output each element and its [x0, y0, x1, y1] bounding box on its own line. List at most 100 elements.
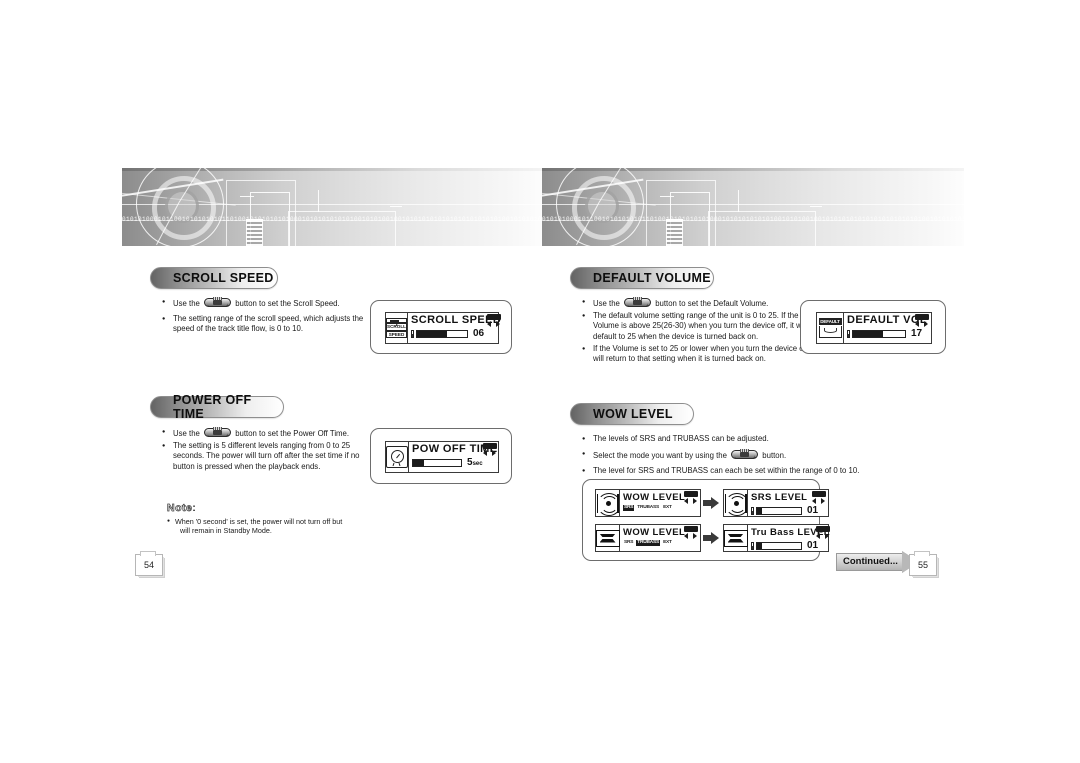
lcd-level-row: 17 [847, 328, 929, 339]
bullet-item: Use the –+ button to set the Scroll Spee… [162, 297, 378, 309]
lcd-main-cell: WOW LEVEL SRS TRUBASS EXT [620, 490, 700, 516]
lcd-frame-default-volume: DEFAULT DEFAULT VOL 17 [800, 300, 946, 354]
alarm-clock-icon [386, 446, 408, 468]
scroll-speed-icon: SCROLL SPEED [386, 318, 407, 338]
bullet-text-post: button. [762, 451, 787, 461]
lcd-frame-wow-level-flow: WOW LEVEL SRS TRUBASS EXT SRS LEVEL 01 W… [582, 479, 830, 561]
lcd-main-cell: WOW LEVEL SRS TRUBASS EXT [620, 525, 700, 551]
lcd-level-bar [412, 458, 462, 467]
lcd-display-wow-level-trubass: WOW LEVEL SRS TRUBASS EXT [595, 524, 701, 552]
lcd-value: 01 [807, 505, 819, 516]
section-title-wow-level: WOW LEVEL [570, 403, 694, 425]
nav-arrows-icon [684, 491, 698, 504]
lcd-icon-cell [723, 525, 748, 551]
lcd-level-bar-fill [757, 542, 763, 549]
lcd-frame-scroll-speed: SCROLL SPEED SCROLL SPEED 06 [370, 300, 512, 354]
bullet-item: The default volume setting range of the … [582, 311, 824, 342]
banner-binary-text: 0101010001011001010101010110100101010101… [122, 216, 544, 223]
note-title-text: Note [167, 502, 193, 515]
note-colon: : [192, 503, 197, 514]
bullet-item: Select the mode you want by using the –+… [582, 449, 912, 461]
scroll-speed-bullets: Use the –+ button to set the Scroll Spee… [162, 297, 378, 340]
lcd-level-bar [756, 541, 802, 550]
lcd-level-row: 01 [751, 540, 830, 551]
default-icon-tag: DEFAULT [818, 318, 842, 325]
lcd-main-cell: Tru Bass LEVEL 01 [748, 525, 832, 551]
lcd-value-unit: sec [472, 461, 483, 467]
rocker-button-icon: – + [624, 297, 652, 309]
lcd-level-bar [416, 329, 468, 338]
lcd-icon-cell: SCROLL SPEED [386, 313, 408, 343]
mode-srs: SRS [623, 505, 635, 511]
lcd-main-cell: DEFAULT VOL 17 [844, 313, 931, 343]
bullet-item: The levels of SRS and TRUBASS can be adj… [582, 434, 912, 444]
lcd-level-bar-fill [417, 330, 447, 337]
mode-trubass: TRUBASS [637, 505, 660, 510]
lcd-level-bar-fill [853, 330, 884, 337]
lcd-value: 01 [807, 540, 819, 551]
mode-ext: EXT [663, 505, 672, 510]
bullet-text-pre: Use the [173, 429, 200, 438]
bullet-item: If the Volume is set to 25 or lower when… [582, 344, 824, 364]
page-number-left: 54 [135, 551, 163, 576]
mode-ext: EXT [663, 540, 672, 545]
lcd-main-cell: SCROLL SPEED 06 [408, 313, 503, 343]
lcd-mode-line: SRS TRUBASS EXT [623, 540, 698, 546]
lcd-display-srs-level: SRS LEVEL 01 [723, 489, 829, 517]
section-title-label: SCROLL SPEED [173, 271, 274, 285]
note-line-1: When '0 second' is set, the power will n… [175, 517, 343, 526]
lcd-level-bar-fill [757, 507, 763, 514]
continued-marker: Continued... [836, 551, 919, 573]
lcd-icon-cell [596, 490, 621, 516]
continued-label: Continued... [836, 553, 902, 571]
bullet-text-pre: Select the mode you want by using the [593, 451, 727, 461]
banner-tick-1 [240, 196, 254, 197]
header-banner-left: 0101010001011001010101010110100101010101… [122, 168, 544, 246]
note-title: Note: [167, 502, 397, 515]
lcd-level-bar-fill [413, 459, 424, 466]
page-right: 0101010001011001010101010110100101010101… [542, 0, 964, 763]
banner-tick-2 [318, 190, 319, 212]
lcd-bar-cap [411, 329, 414, 338]
srs-waves-icon [724, 493, 749, 516]
bullet-text-post: button to set the Scroll Speed. [235, 299, 340, 308]
lcd-mode-line: SRS TRUBASS EXT [623, 505, 698, 511]
nav-arrows-icon [812, 491, 826, 504]
lcd-icon-cell [724, 490, 749, 516]
nav-arrows-icon [684, 526, 698, 539]
lcd-display-wow-level-srs: WOW LEVEL SRS TRUBASS EXT [595, 489, 701, 517]
bullet-text-post: button to set the Power Off Time. [235, 429, 350, 438]
section-title-default-volume: DEFAULT VOLUME [570, 267, 714, 289]
lcd-level-row: 06 [411, 328, 501, 339]
lcd-bar-cap [751, 541, 754, 550]
lcd-display-power-off-time: POW OFF TIME 5sec [385, 441, 499, 473]
lcd-value: 06 [473, 328, 485, 339]
nav-arrows-icon [483, 443, 498, 456]
section-title-power-off-time: POWER OFF TIME [150, 393, 284, 421]
lcd-bar-cap [751, 506, 754, 515]
flow-arrow-icon [703, 497, 719, 509]
nav-arrows-icon [487, 314, 502, 327]
note-bullet: When '0 second' is set, the power will n… [167, 517, 397, 536]
lcd-display-scroll-speed: SCROLL SPEED SCROLL SPEED 06 [385, 312, 502, 344]
lcd-level-bar [852, 329, 906, 338]
trubass-speaker-icon [723, 529, 748, 547]
trubass-speaker-icon [595, 529, 620, 547]
default-volume-icon: DEFAULT [818, 318, 842, 338]
lcd-main-cell: POW OFF TIME 5sec [409, 442, 499, 472]
note-line-2: will remain in Standby Mode. [180, 526, 272, 536]
note-block: Note: When '0 second' is set, the power … [167, 502, 397, 536]
rocker-button-icon: – + [204, 427, 232, 439]
page-left: 0101010001011001010101010110100101010101… [122, 0, 544, 763]
section-title-label: WOW LEVEL [593, 407, 673, 421]
rocker-button-icon: – + [204, 297, 232, 309]
banner-tick-3 [390, 206, 402, 207]
srs-waves-icon [596, 493, 621, 516]
banner-tick-1 [660, 196, 674, 197]
banner-tick-3 [810, 206, 822, 207]
lcd-speaker-cap-icon [847, 329, 850, 338]
rocker-button-icon: – + [731, 449, 759, 461]
lcd-icon-cell: DEFAULT [817, 313, 844, 343]
power-off-time-bullets: Use the –+ button to set the Power Off T… [162, 427, 382, 477]
bullet-text-post: button to set the Default Volume. [655, 299, 769, 308]
